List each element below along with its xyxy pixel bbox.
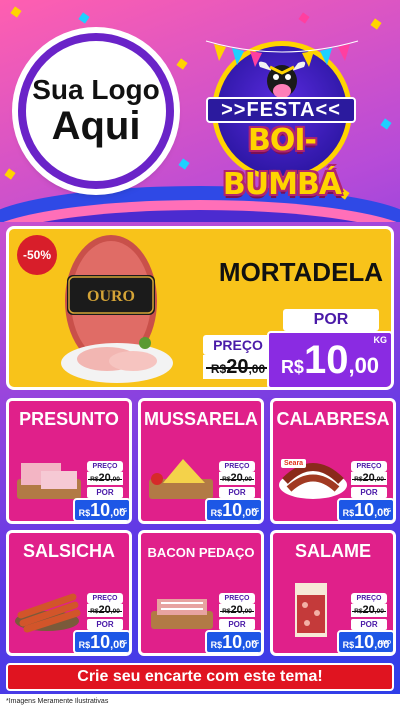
product-card[interactable]: CALABRESAPREÇOR$20,00PORKGR$10,00Seara	[270, 398, 396, 524]
product-name: SALAME	[295, 541, 371, 561]
new-price: UNID R$10,00	[337, 630, 393, 653]
por-label: POR	[87, 619, 123, 630]
new-currency: R$	[280, 357, 304, 377]
product-name: CALABRESA	[276, 409, 390, 429]
confetti-shape	[380, 118, 392, 130]
product-image	[17, 463, 81, 499]
unit-label: KG	[119, 640, 128, 646]
product-image	[149, 459, 213, 499]
unit-label: KG	[251, 508, 260, 514]
strikethrough-line	[205, 367, 271, 370]
product-name: MUSSARELA	[143, 409, 258, 429]
footnote: *Imagens Meramente Ilustrativas	[6, 698, 109, 705]
confetti-shape	[298, 12, 310, 24]
product-image	[279, 463, 347, 499]
new-price-int: 10	[90, 632, 111, 652]
new-price-int: 10	[222, 500, 243, 520]
strikethrough-line	[352, 610, 386, 612]
strikethrough-line	[220, 478, 254, 480]
new-price: KG R$10,00	[73, 630, 129, 653]
new-currency: R$	[78, 640, 91, 650]
new-currency: R$	[210, 640, 223, 650]
unit-label: KG	[251, 640, 260, 646]
new-price-int: 10	[222, 632, 243, 652]
por-label: POR	[219, 487, 255, 498]
strikethrough-line	[88, 478, 122, 480]
featured-por-label: POR	[283, 309, 379, 331]
old-price: R$20,00	[219, 604, 255, 617]
logo-line-2: Aqui	[51, 104, 141, 148]
preco-label: PREÇO	[219, 461, 255, 472]
featured-preco-label: PREÇO	[203, 335, 273, 355]
por-label: POR	[87, 487, 123, 498]
confetti-shape	[10, 6, 22, 18]
featured-new-price: KG R$10,00	[267, 331, 391, 387]
old-price: R$20,00	[351, 604, 387, 617]
header-banner: Sua Logo Aqui >>FESTA<< BOI-BUMBÁ	[0, 0, 400, 222]
featured-name: MORTADELA	[218, 257, 384, 287]
product-name: SALSICHA	[22, 541, 115, 561]
old-price: R$20,00	[87, 604, 123, 617]
product-card[interactable]: MUSSARELAPREÇOR$20,00PORKGR$10,00	[138, 398, 264, 524]
old-price: R$20,00	[219, 472, 255, 485]
brand-tag: Seara	[281, 459, 307, 468]
logo-placeholder: Sua Logo Aqui	[18, 33, 174, 189]
product-name: PRESUNTO	[19, 409, 119, 429]
product-card[interactable]: PRESUNTOPREÇOR$20,00PORKGR$10,00	[6, 398, 132, 524]
new-currency: R$	[342, 640, 355, 650]
new-price-int: 10	[354, 500, 375, 520]
product-card[interactable]: BACON PEDAÇOPREÇOR$20,00PORKGR$10,00	[138, 530, 264, 656]
new-currency: R$	[342, 508, 355, 518]
product-image	[295, 583, 327, 637]
confetti-shape	[4, 168, 16, 180]
cta-banner[interactable]: Crie seu encarte com este tema!	[6, 663, 394, 691]
new-price: KG R$10,00	[205, 498, 261, 521]
strikethrough-line	[352, 478, 386, 480]
brand-text: OURO	[87, 288, 135, 305]
preco-label: PREÇO	[87, 593, 123, 604]
product-card[interactable]: SALAMEPREÇOR$20,00PORUNIDR$10,00	[270, 530, 396, 656]
product-card[interactable]: SALSICHAPREÇOR$20,00PORKGR$10,00	[6, 530, 132, 656]
unit-label: KG	[119, 508, 128, 514]
new-price: KG R$10,00	[205, 630, 261, 653]
preco-label: PREÇO	[87, 461, 123, 472]
logo-line-1: Sua Logo	[32, 74, 160, 105]
confetti-shape	[370, 18, 382, 30]
unit-label: KG	[373, 335, 388, 345]
por-label: POR	[351, 487, 387, 498]
preco-label: PREÇO	[351, 593, 387, 604]
product-image	[15, 593, 81, 633]
product-name: BACON PEDAÇO	[147, 545, 255, 560]
featured-product-card[interactable]: -50% OURO MORTADELA PREÇO R$20,00 POR KG…	[6, 226, 394, 390]
mortadela-image: OURO	[61, 235, 173, 383]
old-price: R$20,00	[87, 472, 123, 485]
old-price: R$20,00	[351, 472, 387, 485]
preco-label: PREÇO	[219, 593, 255, 604]
unit-label: KG	[383, 508, 392, 514]
strikethrough-line	[220, 610, 254, 612]
festa-boi-bumba-emblem: >>FESTA<< BOI-BUMBÁ	[196, 35, 368, 202]
festa-title: BOI-BUMBÁ	[222, 123, 342, 202]
new-currency: R$	[78, 508, 91, 518]
discount-badge: -50%	[17, 235, 57, 275]
por-label: POR	[219, 619, 255, 630]
por-label: POR	[351, 619, 387, 630]
featured-old-price: R$20,00	[203, 355, 273, 379]
unit-label: UNID	[378, 640, 391, 646]
new-price-int: 10	[90, 500, 111, 520]
strikethrough-line	[88, 610, 122, 612]
preco-label: PREÇO	[351, 461, 387, 472]
new-price-int: 10	[354, 632, 375, 652]
new-price-cents: ,00	[348, 353, 380, 378]
confetti-shape	[176, 58, 188, 70]
new-price: KG R$10,00	[337, 498, 393, 521]
new-price: KG R$10,00	[73, 498, 129, 521]
confetti-shape	[78, 12, 90, 24]
new-price-int: 10	[303, 338, 349, 382]
product-image	[151, 599, 213, 629]
confetti-shape	[178, 158, 190, 170]
new-currency: R$	[210, 508, 223, 518]
